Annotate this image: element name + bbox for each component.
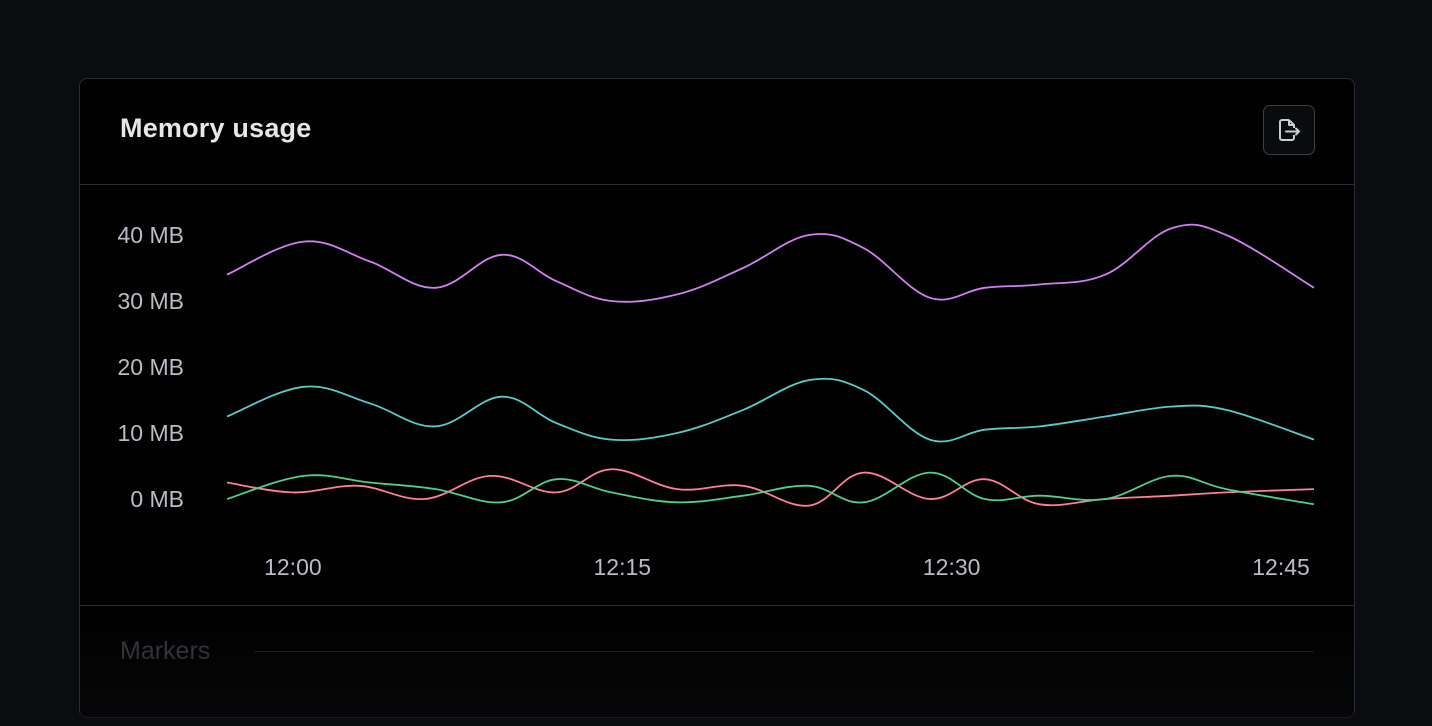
markers-label: Markers bbox=[120, 637, 211, 665]
series-line-2 bbox=[226, 377, 1315, 443]
memory-chart: 0 MB 10 MB 20 MB 30 MB 40 MB 12:00 12:15 12:30 1… bbox=[80, 185, 1354, 605]
x-tick-label: 12:15 bbox=[593, 554, 651, 580]
series-line-3 bbox=[226, 468, 1315, 507]
y-tick-label: 20 MB bbox=[118, 354, 184, 380]
x-tick-label: 12:00 bbox=[264, 554, 322, 580]
bottom-fade bbox=[80, 606, 1354, 726]
y-tick-label: 0 MB bbox=[130, 486, 184, 512]
series-line-4 bbox=[226, 471, 1315, 506]
export-button[interactable] bbox=[1263, 105, 1315, 155]
memory-usage-card: Memory usage 0 MB 10 MB 20 MB 30 MB 40 MB 12:… bbox=[79, 78, 1355, 726]
series-line-1 bbox=[226, 223, 1315, 303]
y-tick-label: 40 MB bbox=[118, 222, 184, 248]
x-tick-label: 12:30 bbox=[923, 554, 981, 580]
export-icon bbox=[1279, 119, 1300, 141]
y-tick-label: 10 MB bbox=[118, 420, 184, 446]
markers-divider bbox=[254, 651, 1314, 652]
card-title: Memory usage bbox=[120, 113, 312, 143]
y-tick-label: 30 MB bbox=[118, 288, 184, 314]
chart-svg: 0 MB 10 MB 20 MB 30 MB 40 MB 12:00 12:15 12:30 1… bbox=[118, 222, 1315, 580]
x-tick-label: 12:45 bbox=[1252, 554, 1310, 580]
card-header: Memory usage bbox=[80, 79, 1354, 185]
section-divider bbox=[80, 605, 1354, 606]
